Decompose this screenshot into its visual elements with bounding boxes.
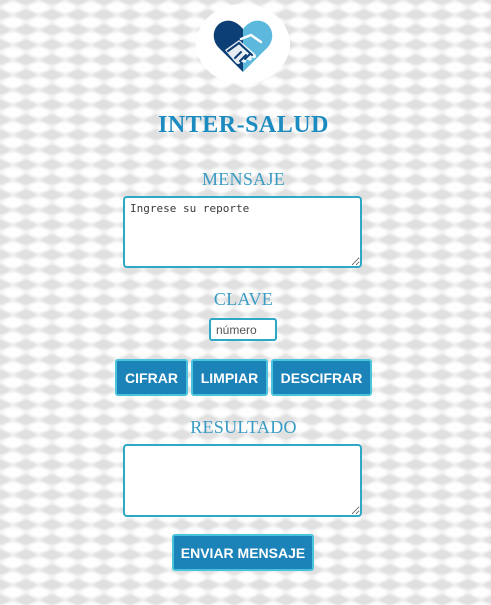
mensaje-label: MENSAJE: [201, 169, 286, 189]
enviar-mensaje-button[interactable]: ENVIAR MENSAJE: [172, 534, 314, 571]
limpiar-button[interactable]: LIMPIAR: [191, 359, 268, 396]
page-title: INTER-SALUD: [158, 112, 329, 138]
resultado-label: RESULTADO: [190, 417, 297, 437]
logo: [196, 4, 290, 84]
resultado-textarea[interactable]: [123, 444, 362, 517]
cifrar-button[interactable]: CIFRAR: [115, 359, 188, 396]
handshake-heart-icon: [213, 20, 273, 72]
clave-input[interactable]: [209, 318, 277, 341]
descifrar-button[interactable]: DESCIFRAR: [271, 359, 372, 396]
clave-label: CLAVE: [213, 289, 274, 309]
mensaje-textarea[interactable]: [123, 196, 362, 268]
